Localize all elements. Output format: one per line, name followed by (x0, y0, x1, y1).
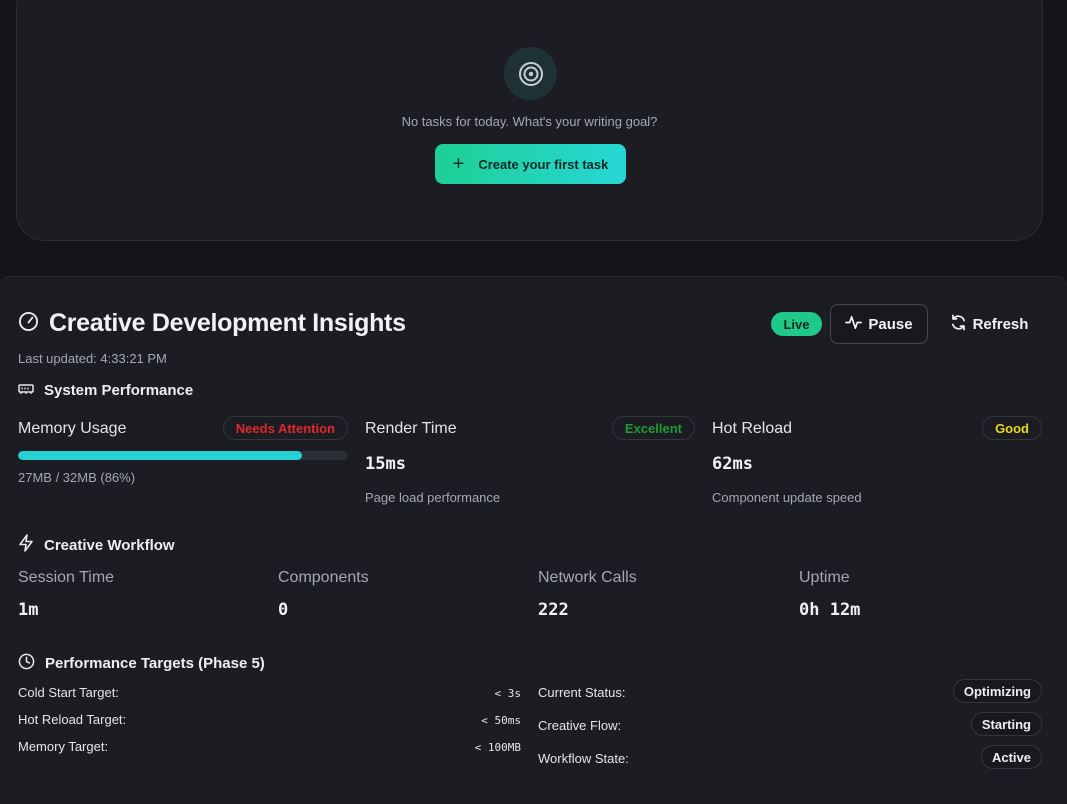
activity-icon (845, 314, 863, 335)
pause-button[interactable]: Pause (830, 304, 928, 344)
lightning-icon (18, 534, 34, 556)
status-badge: Starting (970, 712, 1042, 736)
workflow-item-network-calls: Network Calls 222 (538, 569, 637, 620)
workflow-value: 0h 12m (799, 600, 861, 620)
workflow-value: 222 (538, 600, 569, 620)
render-time-subtext: Page load performance (365, 490, 501, 505)
memory-usage-text: 27MB / 32MB (86%) (18, 470, 136, 485)
workflow-value: 1m (18, 600, 39, 620)
last-updated-text: Last updated: 4:33:21 PM (18, 351, 167, 366)
page-title: Creative Development Insights (49, 309, 406, 337)
gauge-icon (18, 311, 39, 337)
target-row-memory: Memory Target: < 100MB (18, 739, 521, 766)
targets-list: Cold Start Target: < 3s Hot Reload Targe… (18, 685, 521, 766)
creative-workflow-title: Creative Workflow (44, 536, 175, 554)
tasks-card: No tasks for today. What's your writing … (16, 0, 1043, 241)
refresh-button[interactable]: Refresh (940, 304, 1038, 344)
status-label: Workflow State: (538, 751, 629, 766)
render-time-value: 15ms (365, 454, 406, 474)
target-value: < 100MB (474, 741, 521, 754)
memory-status-badge: Needs Attention (222, 416, 348, 440)
create-first-task-button[interactable]: + Create your first task (435, 144, 626, 184)
memory-progress-fill (18, 451, 302, 460)
hot-reload-status-badge: Good (982, 416, 1042, 440)
clock-icon (18, 653, 35, 674)
memory-chip-icon (18, 382, 34, 399)
create-first-task-label: Create your first task (478, 156, 609, 172)
workflow-label: Network Calls (538, 569, 637, 586)
status-badge: Optimizing (952, 679, 1042, 703)
target-value: < 50ms (481, 714, 521, 727)
memory-usage-metric: Memory Usage Needs Attention 27MB / 32MB… (18, 416, 348, 485)
workflow-label: Uptime (799, 569, 850, 586)
pause-label: Pause (868, 315, 913, 333)
live-badge: Live (771, 312, 822, 336)
empty-tasks-message: No tasks for today. What's your writing … (401, 114, 658, 129)
refresh-icon (950, 314, 967, 335)
target-label: Hot Reload Target: (18, 712, 127, 727)
status-badge: Active (980, 745, 1042, 769)
target-row-hot-reload: Hot Reload Target: < 50ms (18, 712, 521, 739)
workflow-value: 0 (278, 600, 289, 620)
render-status-badge: Excellent (611, 416, 695, 440)
hot-reload-value: 62ms (712, 454, 753, 474)
workflow-item-session-time: Session Time 1m (18, 569, 114, 620)
memory-progress-bar (18, 451, 348, 460)
target-icon (504, 47, 557, 100)
insights-panel: Creative Development Insights Last updat… (0, 276, 1067, 804)
workflow-item-uptime: Uptime 0h 12m (799, 569, 860, 620)
hot-reload-subtext: Component update speed (712, 490, 862, 505)
target-value: < 3s (494, 687, 522, 700)
status-row-current: Current Status: Optimizing (538, 679, 1042, 718)
status-label: Creative Flow: (538, 718, 622, 733)
workflow-label: Components (278, 569, 369, 586)
target-row-cold-start: Cold Start Target: < 3s (18, 685, 521, 712)
performance-targets-title: Performance Targets (Phase 5) (45, 655, 265, 672)
status-list: Current Status: Optimizing Creative Flow… (538, 679, 1042, 784)
hot-reload-metric: Hot Reload Good 62ms Component update sp… (712, 416, 1042, 505)
performance-targets-header: Performance Targets (Phase 5) (18, 653, 265, 674)
workflow-item-components: Components 0 (278, 569, 369, 620)
status-row-creative-flow: Creative Flow: Starting (538, 712, 1042, 751)
target-label: Cold Start Target: (18, 685, 119, 700)
system-performance-title: System Performance (44, 382, 194, 399)
workflow-label: Session Time (18, 569, 115, 586)
render-time-metric: Render Time Excellent 15ms Page load per… (365, 416, 695, 505)
refresh-label: Refresh (972, 315, 1029, 333)
target-label: Memory Target: (18, 739, 109, 754)
status-label: Current Status: (538, 685, 626, 700)
system-performance-header: System Performance (18, 382, 193, 399)
status-row-workflow-state: Workflow State: Active (538, 745, 1042, 784)
plus-icon: + (452, 153, 465, 175)
creative-workflow-header: Creative Workflow (18, 534, 175, 556)
